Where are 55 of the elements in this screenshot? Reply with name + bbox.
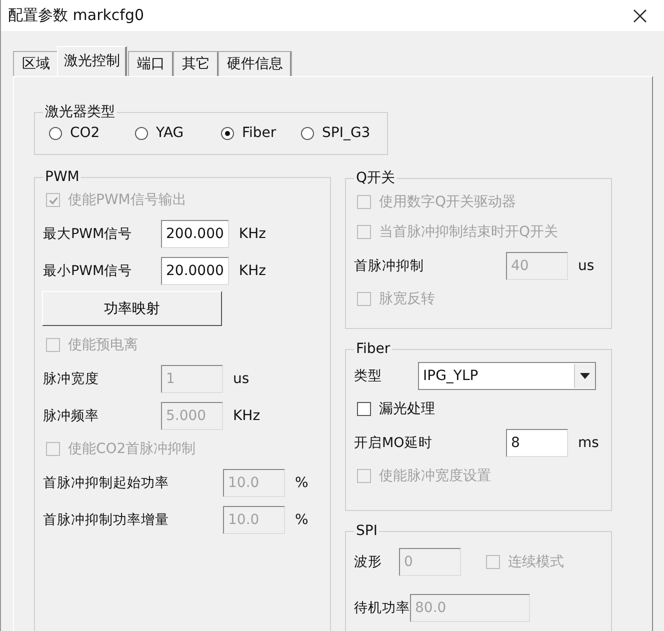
checkbox-label: 脉宽反转 xyxy=(379,290,435,308)
tab[interactable]: 其它 xyxy=(173,51,219,76)
input-field[interactable]: 8 xyxy=(506,428,568,456)
radio-label: YAG xyxy=(156,125,184,141)
radio-label: Fiber xyxy=(242,125,276,141)
checkbox-label: 使能脉冲宽度设置 xyxy=(379,467,491,485)
input-field[interactable]: 200.000 xyxy=(161,220,229,248)
field-label: 开启MO延时 xyxy=(354,434,434,452)
tab[interactable]: 端口 xyxy=(128,51,174,76)
radio-label: SPI_G3 xyxy=(322,125,370,141)
checkbox-label: 使能CO2首脉冲抑制 xyxy=(68,440,196,458)
unit-label: us xyxy=(578,258,594,274)
radio-button[interactable] xyxy=(221,126,234,140)
field-label: 首脉冲抑制 xyxy=(354,256,425,274)
checkbox-label: 当首脉冲抑制结束时开Q开关 xyxy=(379,223,558,241)
group-title: 激光器类型 xyxy=(44,103,116,121)
tab[interactable]: 硬件信息 xyxy=(218,51,292,76)
unit-label: % xyxy=(295,512,308,528)
radio-button[interactable] xyxy=(135,126,148,140)
checkbox-label: 使用数字Q开关驱动器 xyxy=(379,193,516,211)
group-title: Fiber xyxy=(355,341,392,357)
close-icon[interactable] xyxy=(633,8,647,22)
field-label: 脉冲宽度 xyxy=(43,370,100,388)
radio-label: CO2 xyxy=(70,125,100,141)
radio-button[interactable] xyxy=(301,126,314,140)
unit-label: KHz xyxy=(238,262,266,278)
tab[interactable]: 激光控制 xyxy=(57,46,127,76)
field-label: 首脉冲抑制起始功率 xyxy=(43,474,170,492)
field-label: 类型 xyxy=(354,366,383,384)
checkbox-label: 使能PWM信号输出 xyxy=(68,191,186,209)
unit-label: ms xyxy=(578,434,599,450)
tab[interactable]: 区域 xyxy=(13,51,59,76)
checkbox[interactable] xyxy=(357,402,371,416)
field-label: 首脉冲抑制功率增量 xyxy=(43,510,170,528)
radio-button[interactable] xyxy=(49,126,62,140)
checkbox-label: 连续模式 xyxy=(508,553,564,571)
dropdown-arrow-icon xyxy=(580,372,590,378)
unit-label: KHz xyxy=(238,226,266,242)
unit-label: KHz xyxy=(233,408,260,424)
checkbox-label: 使能预电离 xyxy=(68,336,138,354)
input-field[interactable]: 20.0000 xyxy=(161,256,229,284)
field-label: 波形 xyxy=(354,553,383,571)
group-title: PWM xyxy=(44,169,80,185)
group-title: Q开关 xyxy=(355,169,396,187)
power-mapping-button[interactable]: 功率映射 xyxy=(42,291,222,326)
field-label: 最小PWM信号 xyxy=(43,262,134,280)
unit-label: % xyxy=(295,474,308,490)
unit-label: us xyxy=(233,370,250,386)
window-title: 配置参数 markcfg0 xyxy=(8,6,144,25)
group-title: SPI xyxy=(355,523,378,539)
checkbox-label: 漏光处理 xyxy=(379,400,435,418)
field-label: 待机功率 xyxy=(354,599,410,617)
dropdown[interactable]: IPG_YLP xyxy=(418,362,596,390)
field-label: 脉冲频率 xyxy=(43,406,100,424)
field-label: 最大PWM信号 xyxy=(43,224,134,242)
